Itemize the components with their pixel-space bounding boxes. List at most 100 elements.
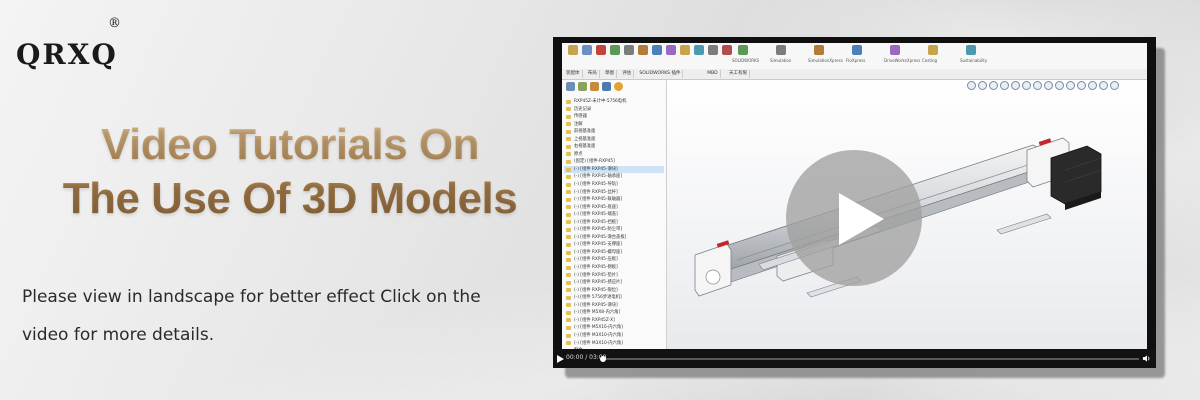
tree-row-label: (-) [组件 RXP45-支撑座]	[574, 242, 623, 248]
tree-row-label: 历史记录	[574, 106, 592, 112]
tree-row-label: 注解	[574, 121, 583, 127]
tree-row-label: (-) [组件 RXP45-滑台盖板]	[574, 234, 627, 240]
ribbon-addin-icon	[814, 45, 824, 55]
progress-track[interactable]	[602, 358, 1139, 360]
part-icon	[566, 295, 571, 300]
tree-row-label: (-) [组件 RXP45-垫片]	[574, 272, 618, 278]
cad-tab: 装配体	[564, 70, 583, 78]
part-icon	[566, 159, 571, 164]
cad-tab: 评估	[620, 70, 635, 78]
cad-tab: 天工有限	[727, 70, 750, 78]
tree-row: (-) [组件 RXP45-限位]	[564, 287, 664, 295]
part-icon	[566, 258, 571, 263]
tree-row-label: (-) [组件 M3X10-内六角]	[574, 332, 623, 338]
part-icon	[566, 99, 571, 104]
tree-row-label: 上视基准面	[574, 136, 596, 142]
part-icon	[566, 227, 571, 232]
tree-row-label: (-) [组件 RXP45-压板]	[574, 257, 618, 263]
headline: Video Tutorials On The Use Of 3D Models	[20, 118, 560, 226]
tree-row-label: (-) [组件 5756步进电机]	[574, 295, 622, 301]
part-icon	[566, 265, 571, 270]
ribbon-tool-icon	[610, 45, 620, 55]
cad-tab: 草图	[603, 70, 617, 78]
part-icon	[566, 197, 571, 202]
tree-row-label: (-) [组件 RXP45-导轨]	[574, 182, 618, 188]
part-icon	[566, 341, 571, 346]
tree-row-label: (-) [组件 RXP45-轴承座]	[574, 174, 623, 180]
tree-row: 前视基准面	[564, 128, 664, 136]
tree-row-label: (-) [组件 RXP45-底座]	[574, 204, 618, 210]
display-manager-icon	[614, 82, 623, 91]
tree-row: (-) [组件 M3X10-内六角]	[564, 332, 664, 340]
tree-row: 右视基准面	[564, 143, 664, 151]
tree-row-label: (-) [组件 RXP45-感应片]	[574, 280, 623, 286]
tree-row: 原点	[564, 151, 664, 159]
tree-row: (-) [组件 RXP45-滑块]	[564, 165, 664, 174]
tree-rows: RXP45Z-未计中-5756电机 历史记录 传感器 注解 前视基准面 上视基准面 右视基准…	[564, 98, 664, 349]
tree-row-label: RXP45Z-未计中-5756电机	[574, 99, 627, 104]
player-control-bar: 00:00 / 03:09	[553, 350, 1156, 368]
tree-row: (-) [组件 RXP45-支撑座]	[564, 241, 664, 249]
progress-knob[interactable]	[600, 356, 606, 362]
tree-row-label: (-) [组件 RXP45-螺母座]	[574, 249, 623, 255]
ribbon-addin-icon	[966, 45, 976, 55]
ribbon-addin-icon	[928, 45, 938, 55]
tree-row: (-) [组件 RXP45-侧板]	[564, 264, 664, 272]
ribbon-addin-icon	[890, 45, 900, 55]
ribbon-tool-icon	[652, 45, 662, 55]
play-button[interactable]	[786, 150, 922, 286]
ribbon-tool-icon	[596, 45, 606, 55]
feature-tree: RXP45Z-未计中-5756电机 历史记录 传感器 注解 前视基准面 上视基准面 右视基准…	[562, 80, 667, 349]
part-icon	[566, 326, 571, 330]
ribbon-tool-icon	[624, 45, 634, 55]
tree-row-label: (-) [组件 RXP45-滑块]	[574, 302, 618, 308]
cad-tab-row: 装配体 布局 草图 评估 SOLIDWORKS 插件 MBD 天工有限	[562, 69, 1147, 80]
part-icon	[566, 175, 571, 180]
tree-row: (-) [组件 RXP45-感应片]	[564, 279, 664, 287]
ribbon-tool-icon	[582, 45, 592, 55]
tree-row-label: (-) [组件 RXP45Z-X]	[574, 317, 615, 323]
ribbon-tool-icon	[708, 45, 718, 55]
part-icon	[566, 107, 571, 112]
part-icon	[566, 273, 571, 278]
volume-icon[interactable]	[1142, 354, 1151, 363]
part-icon	[566, 310, 571, 315]
part-icon	[566, 122, 571, 127]
part-icon	[566, 333, 571, 338]
tree-row-label: (-) [组件 M3X10-内六角]	[574, 340, 623, 346]
ribbon-label: Costing	[922, 58, 938, 63]
tree-row-label: (固定) [组件-RXP45]	[574, 159, 615, 165]
tree-row: (-) [组件 RXP45-滑台盖板]	[564, 234, 664, 242]
play-triangle-icon	[839, 193, 884, 245]
part-icon	[566, 318, 571, 323]
part-icon	[566, 152, 571, 157]
tree-row-label: (-) [组件 RXP45-挡板]	[574, 219, 618, 225]
tree-row: (-) [组件 RXP45-导轨]	[564, 181, 664, 189]
ribbon-tool-icon	[638, 45, 648, 55]
part-icon	[566, 114, 571, 119]
cad-tab: 布局	[586, 70, 600, 78]
tree-row-label: 右视基准面	[574, 144, 596, 150]
ribbon-addin-icon	[776, 45, 786, 55]
tree-row-label: (-) [组件 RXP45-侧板]	[574, 265, 618, 271]
tree-row-label: 配合	[574, 348, 583, 349]
registered-mark: ®	[108, 16, 123, 31]
play-icon[interactable]	[557, 355, 564, 363]
tree-row-label: 前视基准面	[574, 129, 596, 135]
tree-row: 历史记录	[564, 106, 664, 114]
tree-row: (固定) [组件-RXP45]	[564, 158, 664, 166]
ribbon-tool-icon	[722, 45, 732, 55]
tree-row: 配合	[564, 347, 664, 349]
tree-row-label: (-) [组件 RXP45-丝杆]	[574, 189, 618, 195]
subtitle: Please view in landscape for better effe…	[22, 278, 547, 354]
tree-row: (-) [组件 RXP45-防尘带]	[564, 226, 664, 234]
property-manager-icon	[578, 82, 587, 91]
tree-row: (-) [组件 RXP45-联轴器]	[564, 196, 664, 204]
tree-row: (-) [组件 RXP45-底座]	[564, 204, 664, 212]
cad-tab: SOLIDWORKS 插件	[637, 70, 684, 78]
part-icon	[566, 212, 571, 217]
logo-text: QRXQ	[16, 38, 118, 71]
ribbon-label: Sustainability	[960, 58, 988, 63]
part-icon	[566, 303, 571, 308]
stepper-motor	[1050, 145, 1102, 210]
